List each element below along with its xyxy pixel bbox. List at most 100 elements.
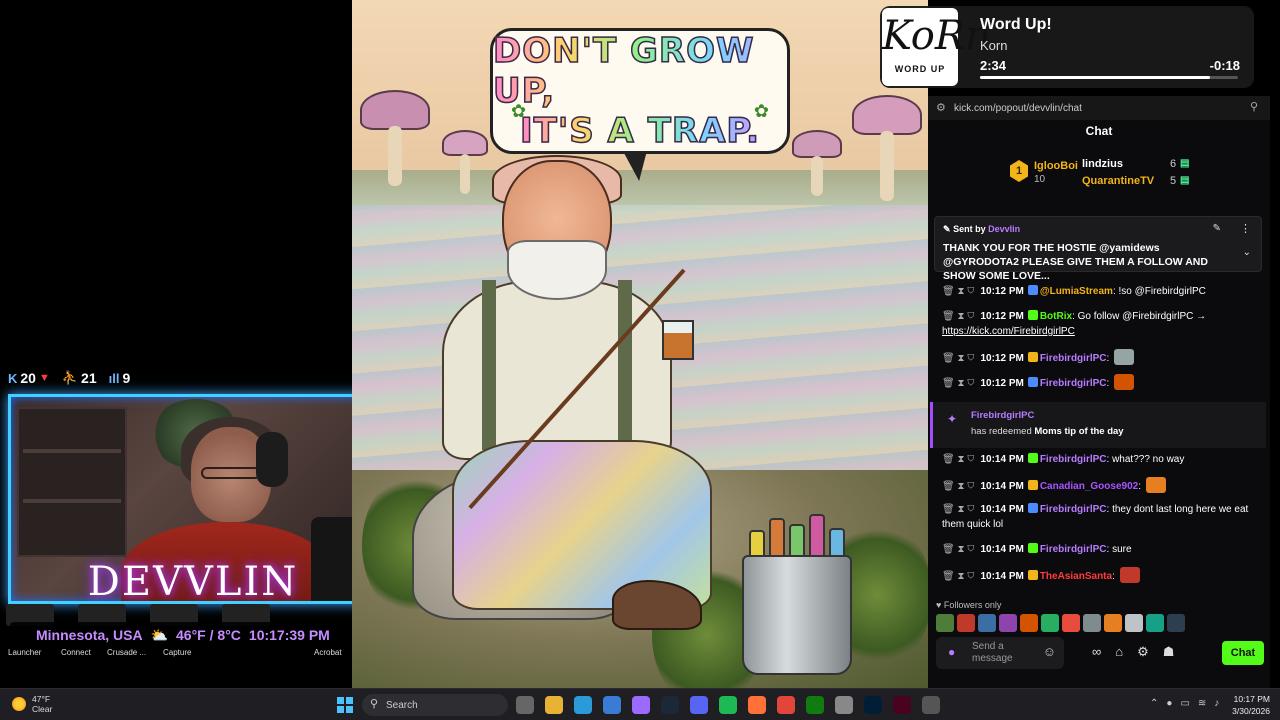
send-chat-button[interactable]: Chat: [1222, 641, 1264, 665]
chat-message[interactable]: 🗑 ⧗ ⛉ 10:12 PM FirebirdgirlPC:: [942, 349, 1266, 366]
message-input[interactable]: ● Send a message ☺: [936, 637, 1064, 669]
gear-icon[interactable]: ⚙: [1137, 644, 1149, 660]
obs-icon[interactable]: [922, 696, 940, 714]
store-icon[interactable]: [603, 696, 621, 714]
indesign-icon[interactable]: [893, 696, 911, 714]
message-user[interactable]: FirebirdgirlPC: [1040, 544, 1107, 555]
follower-emote[interactable]: [1146, 614, 1164, 632]
search-placeholder: Search: [386, 699, 418, 711]
person-icon: ⛹: [61, 370, 79, 385]
desktop-label[interactable]: Crusade ...: [107, 648, 146, 657]
mod-actions-icon[interactable]: 🗑 ⧗ ⛉: [942, 504, 974, 515]
mic-icon[interactable]: ●: [1166, 698, 1172, 709]
message-user[interactable]: FirebirdgirlPC: [1040, 454, 1107, 465]
site-settings-icon[interactable]: ⚙: [936, 101, 946, 114]
desktop-label[interactable]: Acrobat: [314, 648, 342, 657]
reward-icon: ✦: [947, 412, 958, 426]
taskbar-apps: [516, 696, 940, 714]
display-icon[interactable]: ▭: [1180, 698, 1189, 709]
taskbar-search[interactable]: ⚲ Search: [362, 694, 508, 716]
chrome-icon[interactable]: [777, 696, 795, 714]
follower-emote[interactable]: [1062, 614, 1080, 632]
chat-message[interactable]: 🗑 ⧗ ⛉ 10:14 PM FirebirdgirlPC: they dont l…: [942, 502, 1266, 532]
followers-stat: ⛹ 21: [62, 370, 97, 386]
follower-emote[interactable]: [936, 614, 954, 632]
folder-icon[interactable]: [545, 696, 563, 714]
mic-icon[interactable]: ●: [948, 645, 955, 659]
unpin-icon[interactable]: ✎: [1213, 223, 1221, 234]
zoom-icon[interactable]: ⚲: [1250, 100, 1258, 113]
store-icon[interactable]: ⌂: [1115, 644, 1123, 660]
pinned-user[interactable]: Devvlin: [988, 224, 1020, 234]
chat-message[interactable]: 🗑 ⧗ ⛉ 10:12 PM FirebirdgirlPC:: [942, 374, 1266, 391]
desktop-label[interactable]: Connect: [61, 648, 91, 657]
message-user[interactable]: TheAsianSanta: [1040, 571, 1112, 582]
remaining-time: -0:18: [1209, 58, 1240, 73]
follower-emote[interactable]: [999, 614, 1017, 632]
firefox-icon[interactable]: [748, 696, 766, 714]
follower-emote[interactable]: [1104, 614, 1122, 632]
desktop-label[interactable]: Launcher: [8, 648, 41, 657]
screen: K 20 ▼ ⛹ 21 ıll 9 DEVVLIN Minnesota, USA…: [0, 0, 1280, 720]
mod-actions-icon[interactable]: 🗑 ⧗ ⛉: [942, 353, 974, 364]
spotify-icon[interactable]: [719, 696, 737, 714]
message-user[interactable]: @LumiaStream: [1040, 286, 1113, 297]
edge-icon[interactable]: [574, 696, 592, 714]
message-user[interactable]: FirebirdgirlPC: [1040, 504, 1107, 515]
chat-message[interactable]: 🗑 ⧗ ⛉ 10:12 PM BotRix: Go follow @Firebird…: [942, 309, 1266, 339]
photoshop-icon[interactable]: [864, 696, 882, 714]
xbox-icon[interactable]: [806, 696, 824, 714]
volume-icon[interactable]: ♪: [1214, 698, 1219, 709]
windows-start-icon[interactable]: [337, 697, 353, 713]
emoji-icon[interactable]: ☺: [1043, 644, 1056, 659]
chat-message[interactable]: 🗑 ⧗ ⛉ 10:14 PM Canadian_Goose902:: [942, 477, 1266, 494]
follower-emote[interactable]: [978, 614, 996, 632]
message-user[interactable]: FirebirdgirlPC: [1040, 353, 1107, 364]
redeem-user[interactable]: FirebirdgirlPC: [971, 410, 1034, 421]
user-badge-icon: [1027, 480, 1038, 490]
discord-icon[interactable]: [690, 696, 708, 714]
copilot-icon[interactable]: [632, 696, 650, 714]
desktop-label[interactable]: Capture: [163, 648, 191, 657]
gem-icon: ▤: [1180, 158, 1190, 169]
mod-actions-icon[interactable]: 🗑 ⧗ ⛉: [942, 286, 974, 297]
bar-chart-icon: ıll: [108, 370, 120, 386]
wifi-icon[interactable]: ≋: [1198, 698, 1206, 709]
taskbar-weather[interactable]: 47°F Clear: [12, 694, 52, 714]
infinity-icon[interactable]: ∞: [1092, 644, 1101, 660]
mod-actions-icon[interactable]: 🗑 ⧗ ⛉: [942, 544, 974, 555]
more-options-icon[interactable]: ⋮: [1240, 222, 1251, 235]
mod-actions-icon[interactable]: 🗑 ⧗ ⛉: [942, 378, 974, 389]
chat-message[interactable]: 🗑 ⧗ ⛉ 10:14 PM TheAsianSanta:: [942, 567, 1266, 584]
steam-icon[interactable]: [661, 696, 679, 714]
leaderboard-name: lindzius: [1082, 158, 1123, 170]
streamer-glasses: [201, 467, 261, 479]
message-link[interactable]: https://kick.com/FirebirdgirlPC: [942, 326, 1075, 337]
bot-icon[interactable]: ☗: [1163, 644, 1175, 660]
follower-emote[interactable]: [1125, 614, 1143, 632]
mod-actions-icon[interactable]: 🗑 ⧗ ⛉: [942, 311, 974, 322]
taskbar-clock[interactable]: 10:17 PM 3/30/2026: [1232, 693, 1270, 717]
user-badge-icon: [1027, 352, 1038, 362]
chevron-up-icon[interactable]: ⌃: [1150, 698, 1158, 709]
chat-message[interactable]: 🗑 ⧗ ⛉ 10:14 PM FirebirdgirlPC: what??? no …: [942, 452, 1266, 467]
message-user[interactable]: BotRix: [1040, 311, 1072, 322]
address-bar[interactable]: ⚙ kick.com/popout/devvlin/chat ⚲: [928, 96, 1270, 120]
app-icon[interactable]: [835, 696, 853, 714]
message-user[interactable]: FirebirdgirlPC: [1040, 378, 1107, 389]
chevron-down-icon[interactable]: ⌄: [1243, 247, 1251, 258]
follower-emote[interactable]: [1167, 614, 1185, 632]
follower-emote[interactable]: [1020, 614, 1038, 632]
chat-message[interactable]: 🗑 ⧗ ⛉ 10:14 PM FirebirdgirlPC: sure: [942, 542, 1266, 557]
mod-actions-icon[interactable]: 🗑 ⧗ ⛉: [942, 454, 974, 465]
mod-actions-icon[interactable]: 🗑 ⧗ ⛉: [942, 481, 974, 492]
message-user[interactable]: Canadian_Goose902: [1040, 481, 1138, 492]
chat-message[interactable]: 🗑 ⧗ ⛉ 10:12 PM @LumiaStream: !so @Firebird…: [942, 284, 1266, 299]
partly-cloudy-icon: ⛅: [150, 626, 169, 643]
follower-emote[interactable]: [1041, 614, 1059, 632]
pinned-message[interactable]: ✎ Sent by Devvlin THANK YOU FOR THE HOST…: [934, 216, 1262, 282]
follower-emote[interactable]: [1083, 614, 1101, 632]
file-explorer-icon[interactable]: [516, 696, 534, 714]
follower-emote[interactable]: [957, 614, 975, 632]
mod-actions-icon[interactable]: 🗑 ⧗ ⛉: [942, 571, 974, 582]
